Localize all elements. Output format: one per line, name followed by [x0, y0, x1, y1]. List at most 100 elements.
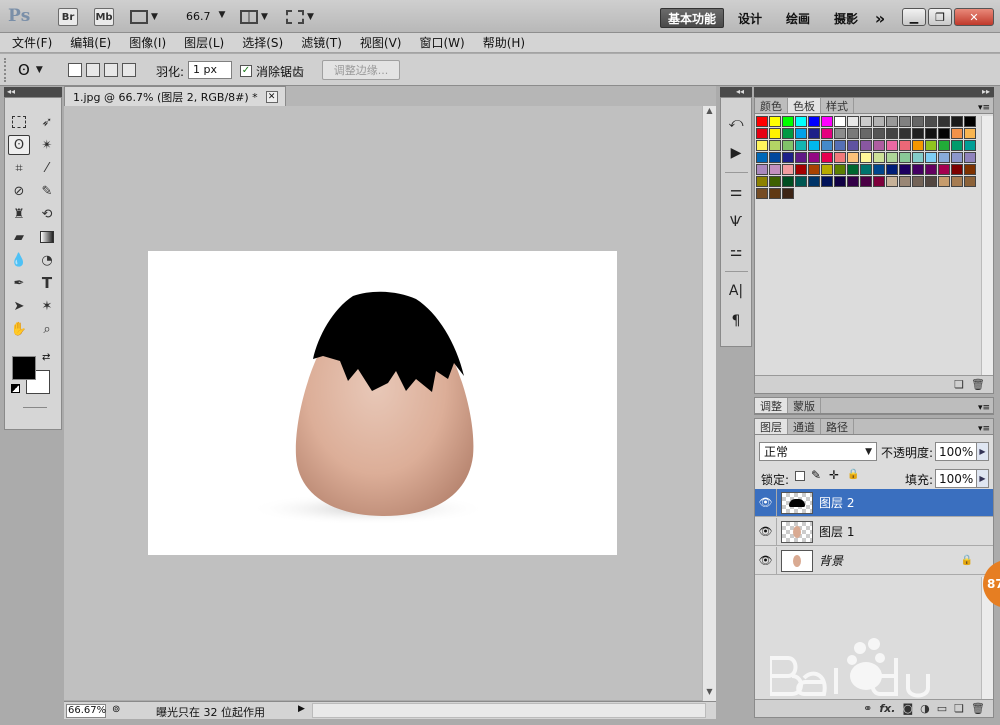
color-swatch[interactable]: [808, 128, 820, 139]
color-swatch[interactable]: [886, 176, 898, 187]
color-swatch[interactable]: [886, 164, 898, 175]
zoom-tool[interactable]: ⌕: [36, 319, 58, 339]
color-swatch[interactable]: [964, 116, 976, 127]
color-swatch[interactable]: [886, 152, 898, 163]
eye-icon[interactable]: 👁: [755, 488, 777, 517]
menu-filter[interactable]: 滤镜(T): [301, 34, 342, 51]
color-swatch[interactable]: [925, 176, 937, 187]
lock-pixels-icon[interactable]: ✎: [811, 468, 821, 482]
restore-button[interactable]: ❐: [928, 8, 952, 26]
intersect-selection-button[interactable]: [122, 63, 136, 77]
vertical-scrollbar[interactable]: ▲ ▼: [702, 106, 716, 701]
color-swatch[interactable]: [912, 128, 924, 139]
tool-preset-picker[interactable]: ʘ ▼: [18, 61, 56, 79]
color-swatch[interactable]: [756, 152, 768, 163]
color-swatch[interactable]: [951, 116, 963, 127]
workspace-painting[interactable]: 绘画: [780, 8, 816, 28]
crop-tool[interactable]: ⌗: [8, 158, 30, 178]
tab-masks[interactable]: 蒙版: [788, 398, 821, 413]
color-swatch[interactable]: [886, 140, 898, 151]
default-colors-icon[interactable]: [11, 384, 20, 393]
lock-all-icon[interactable]: 🔒: [847, 469, 859, 480]
color-swatch[interactable]: [756, 116, 768, 127]
color-swatch[interactable]: [847, 152, 859, 163]
eyedropper-tool[interactable]: ⁄: [36, 158, 58, 178]
eye-icon[interactable]: 👁: [755, 517, 777, 546]
color-swatch[interactable]: [873, 152, 885, 163]
horizontal-scrollbar[interactable]: [312, 703, 706, 718]
color-swatch[interactable]: [795, 116, 807, 127]
color-swatch[interactable]: [821, 152, 833, 163]
paragraph-panel-button[interactable]: ¶: [722, 310, 750, 332]
opacity-input[interactable]: 100% ▶: [935, 442, 989, 461]
color-swatch[interactable]: [782, 116, 794, 127]
gradient-tool[interactable]: [36, 227, 58, 247]
color-swatch[interactable]: [951, 164, 963, 175]
color-swatch[interactable]: [899, 164, 911, 175]
color-swatch[interactable]: [808, 140, 820, 151]
color-swatch[interactable]: [860, 164, 872, 175]
toolbox-collapse-bar[interactable]: ◂◂: [4, 87, 62, 97]
close-tab-icon[interactable]: ✕: [265, 90, 278, 103]
color-swatch[interactable]: [860, 176, 872, 187]
color-swatch[interactable]: [951, 152, 963, 163]
color-swatch[interactable]: [769, 188, 781, 199]
chevron-right-icon[interactable]: ▶: [976, 470, 988, 487]
layer-row[interactable]: 👁 背景 🔒: [755, 546, 993, 575]
magic-wand-tool[interactable]: ✴: [36, 135, 58, 155]
minimize-button[interactable]: ▁: [902, 8, 926, 26]
refine-edge-button[interactable]: 调整边缘...: [322, 60, 400, 80]
color-swatch[interactable]: [912, 116, 924, 127]
color-swatch[interactable]: [808, 176, 820, 187]
color-swatch[interactable]: [782, 176, 794, 187]
color-swatch[interactable]: [951, 128, 963, 139]
hand-tool[interactable]: ✋: [8, 319, 30, 339]
feather-input[interactable]: 1 px: [188, 61, 232, 79]
color-swatch[interactable]: [899, 152, 911, 163]
color-swatch[interactable]: [938, 116, 950, 127]
color-swatch[interactable]: [808, 116, 820, 127]
arrange-documents-button[interactable]: ▼: [240, 9, 274, 25]
color-swatch[interactable]: [964, 152, 976, 163]
color-swatch[interactable]: [756, 128, 768, 139]
swap-colors-icon[interactable]: ⇄: [42, 352, 50, 363]
color-swatch[interactable]: [769, 116, 781, 127]
color-swatch[interactable]: [834, 128, 846, 139]
color-swatch[interactable]: [808, 152, 820, 163]
color-swatch[interactable]: [873, 116, 885, 127]
color-swatch[interactable]: [873, 164, 885, 175]
panel-menu-icon[interactable]: ▾≡: [978, 403, 993, 413]
tab-styles[interactable]: 样式: [821, 98, 854, 113]
color-swatch[interactable]: [847, 140, 859, 151]
marquee-tool[interactable]: [8, 112, 30, 132]
color-swatch[interactable]: [769, 128, 781, 139]
color-swatch[interactable]: [769, 140, 781, 151]
menu-edit[interactable]: 编辑(E): [70, 34, 111, 51]
color-swatch[interactable]: [925, 128, 937, 139]
color-swatch[interactable]: [899, 128, 911, 139]
color-swatch[interactable]: [756, 140, 768, 151]
layer-row[interactable]: 👁 图层 2: [755, 488, 993, 517]
blur-tool[interactable]: 💧: [8, 250, 30, 270]
path-selection-tool[interactable]: ➤: [8, 296, 30, 316]
tab-swatches[interactable]: 色板: [788, 98, 821, 113]
color-swatch[interactable]: [821, 164, 833, 175]
bridge-button[interactable]: Br: [58, 8, 78, 26]
fill-input[interactable]: 100% ▶: [935, 469, 989, 488]
lock-position-icon[interactable]: ✛: [829, 468, 839, 482]
color-swatch[interactable]: [834, 164, 846, 175]
layer-row[interactable]: 👁 图层 1: [755, 517, 993, 546]
color-swatch[interactable]: [756, 176, 768, 187]
color-swatch[interactable]: [860, 116, 872, 127]
color-swatch[interactable]: [756, 164, 768, 175]
menu-image[interactable]: 图像(I): [129, 34, 166, 51]
pen-tool[interactable]: ✒: [8, 273, 30, 293]
color-swatch[interactable]: [899, 116, 911, 127]
clone-stamp-tool[interactable]: ♜: [8, 204, 30, 224]
color-swatch[interactable]: [964, 140, 976, 151]
color-swatch[interactable]: [782, 188, 794, 199]
color-swatch[interactable]: [860, 140, 872, 151]
zoom-status[interactable]: 66.67%: [66, 704, 106, 718]
color-swatch[interactable]: [834, 152, 846, 163]
new-swatch-icon[interactable]: ❏: [954, 378, 964, 391]
